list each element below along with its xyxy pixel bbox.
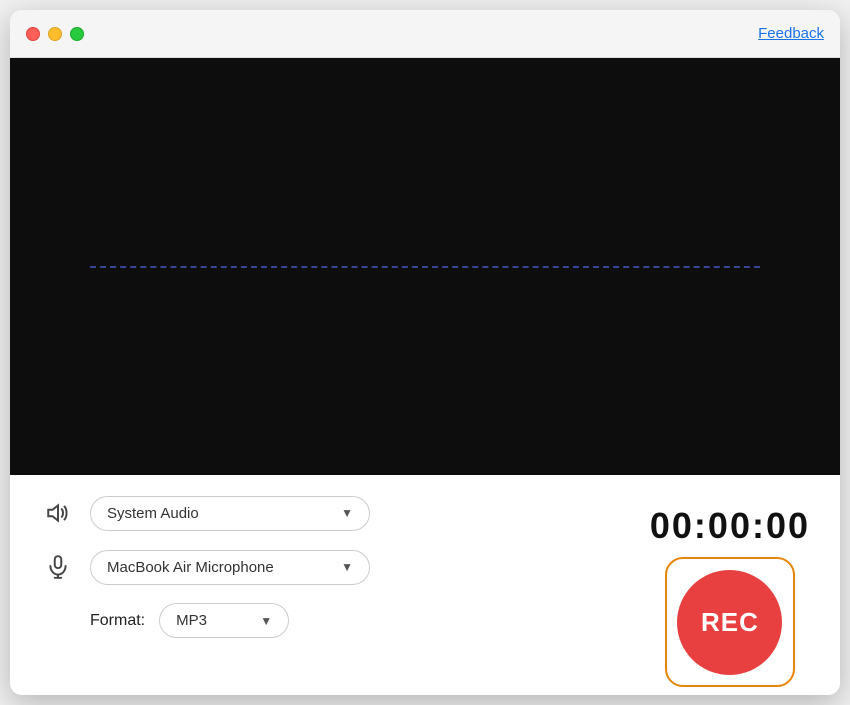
waveform-line (90, 266, 760, 268)
speaker-icon (40, 495, 76, 531)
microphone-icon (40, 549, 76, 585)
close-button[interactable] (26, 27, 40, 41)
timer-display: 00:00:00 (650, 505, 810, 547)
format-dropdown[interactable]: MP3 ▼ (159, 603, 289, 638)
format-label: Format: (90, 612, 145, 630)
format-arrow: ▼ (260, 614, 272, 628)
traffic-lights (26, 27, 84, 41)
maximize-button[interactable] (70, 27, 84, 41)
titlebar: Feedback (10, 10, 840, 58)
rec-button[interactable]: REC (677, 570, 782, 675)
minimize-button[interactable] (48, 27, 62, 41)
right-controls: 00:00:00 REC (650, 495, 810, 687)
rec-button-container[interactable]: REC (665, 557, 795, 687)
audio-source-row: System Audio ▼ (40, 495, 620, 531)
microphone-arrow: ▼ (341, 560, 353, 574)
video-area (10, 58, 840, 475)
microphone-row: MacBook Air Microphone ▼ (40, 549, 620, 585)
rec-label: REC (701, 607, 759, 638)
audio-source-value: System Audio (107, 505, 333, 522)
format-row: Format: MP3 ▼ (40, 603, 620, 638)
microphone-value: MacBook Air Microphone (107, 559, 333, 576)
audio-source-dropdown[interactable]: System Audio ▼ (90, 496, 370, 531)
format-value: MP3 (176, 612, 252, 629)
feedback-link[interactable]: Feedback (758, 25, 824, 42)
dotted-waveform (90, 266, 760, 268)
audio-source-arrow: ▼ (341, 506, 353, 520)
left-controls: System Audio ▼ MacBook Air Microphone (40, 495, 620, 638)
microphone-dropdown[interactable]: MacBook Air Microphone ▼ (90, 550, 370, 585)
app-window: Feedback System Audio ▼ (10, 10, 840, 695)
controls-area: System Audio ▼ MacBook Air Microphone (10, 475, 840, 695)
